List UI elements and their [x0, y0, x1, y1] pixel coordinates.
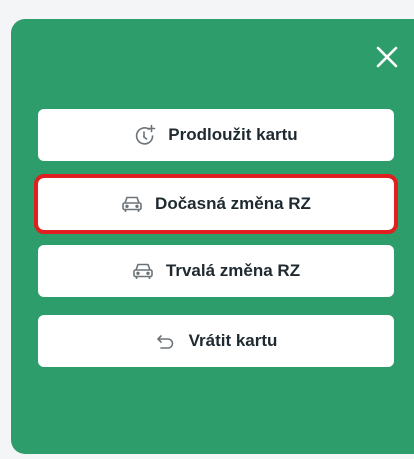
car-icon: [132, 260, 154, 282]
temporary-plate-change-label: Dočasná změna RZ: [155, 194, 311, 213]
return-card-button[interactable]: Vrátit kartu: [38, 315, 394, 367]
permanent-plate-change-label: Trvalá změna RZ: [165, 261, 301, 280]
card-actions-panel: Prodloužit kartu Dočasná změna RZ Trvalá…: [11, 19, 414, 454]
undo-arrow-icon: [155, 330, 177, 352]
clock-plus-icon: [134, 124, 156, 146]
close-button[interactable]: [372, 42, 402, 72]
temporary-plate-change-button[interactable]: Dočasná změna RZ: [34, 174, 398, 234]
car-icon: [121, 193, 143, 215]
extend-card-label: Prodloužit kartu: [168, 125, 298, 144]
extend-card-button[interactable]: Prodloužit kartu: [38, 109, 394, 161]
close-icon: [376, 46, 398, 68]
permanent-plate-change-button[interactable]: Trvalá změna RZ: [38, 245, 394, 297]
return-card-label: Vrátit kartu: [188, 331, 278, 350]
